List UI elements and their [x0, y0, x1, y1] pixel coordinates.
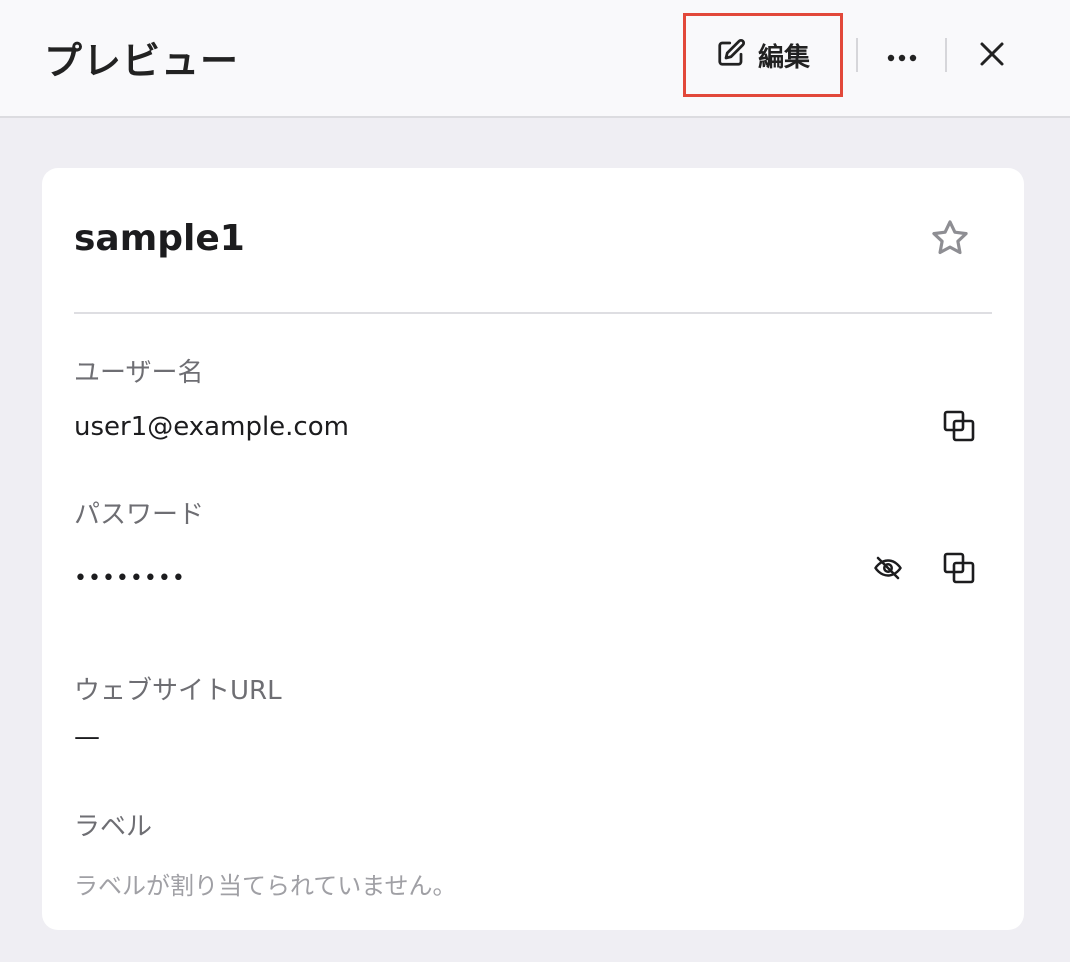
password-value[interactable]: ••••••••: [74, 566, 186, 591]
edit-icon: [716, 38, 746, 72]
page-title: プレビュー: [44, 39, 240, 83]
more-horizontal-icon: [887, 47, 917, 66]
header-divider: [945, 38, 947, 72]
labels-label: ラベル: [74, 812, 153, 842]
item-title: sample1: [74, 218, 245, 259]
copy-password-button[interactable]: [937, 548, 981, 592]
username-label: ユーザー名: [74, 358, 204, 388]
edit-button-label: 編集: [757, 42, 810, 73]
username-value[interactable]: user1@example.com: [74, 412, 349, 442]
labels-empty-text: ラベルが割り当てられていません。: [74, 872, 457, 900]
copy-icon: [942, 409, 976, 447]
item-detail-card: sample1 ユーザー名 user1@example.com パスワード ••…: [42, 168, 1024, 930]
close-button[interactable]: [970, 34, 1014, 78]
preview-header: プレビュー 編集: [0, 0, 1070, 118]
more-options-button[interactable]: [880, 36, 924, 76]
title-divider: [74, 312, 992, 314]
copy-icon: [942, 551, 976, 589]
header-divider: [856, 38, 858, 72]
copy-username-button[interactable]: [937, 406, 981, 450]
website-url-label: ウェブサイトURL: [74, 676, 282, 706]
close-icon: [979, 41, 1005, 71]
website-url-value: —: [74, 722, 100, 752]
password-label: パスワード: [74, 500, 205, 530]
favorite-button[interactable]: [926, 216, 974, 264]
eye-off-icon: [871, 553, 905, 587]
toggle-password-visibility-button[interactable]: [866, 548, 910, 592]
star-outline-icon: [929, 217, 971, 263]
edit-button[interactable]: 編集: [683, 13, 843, 97]
